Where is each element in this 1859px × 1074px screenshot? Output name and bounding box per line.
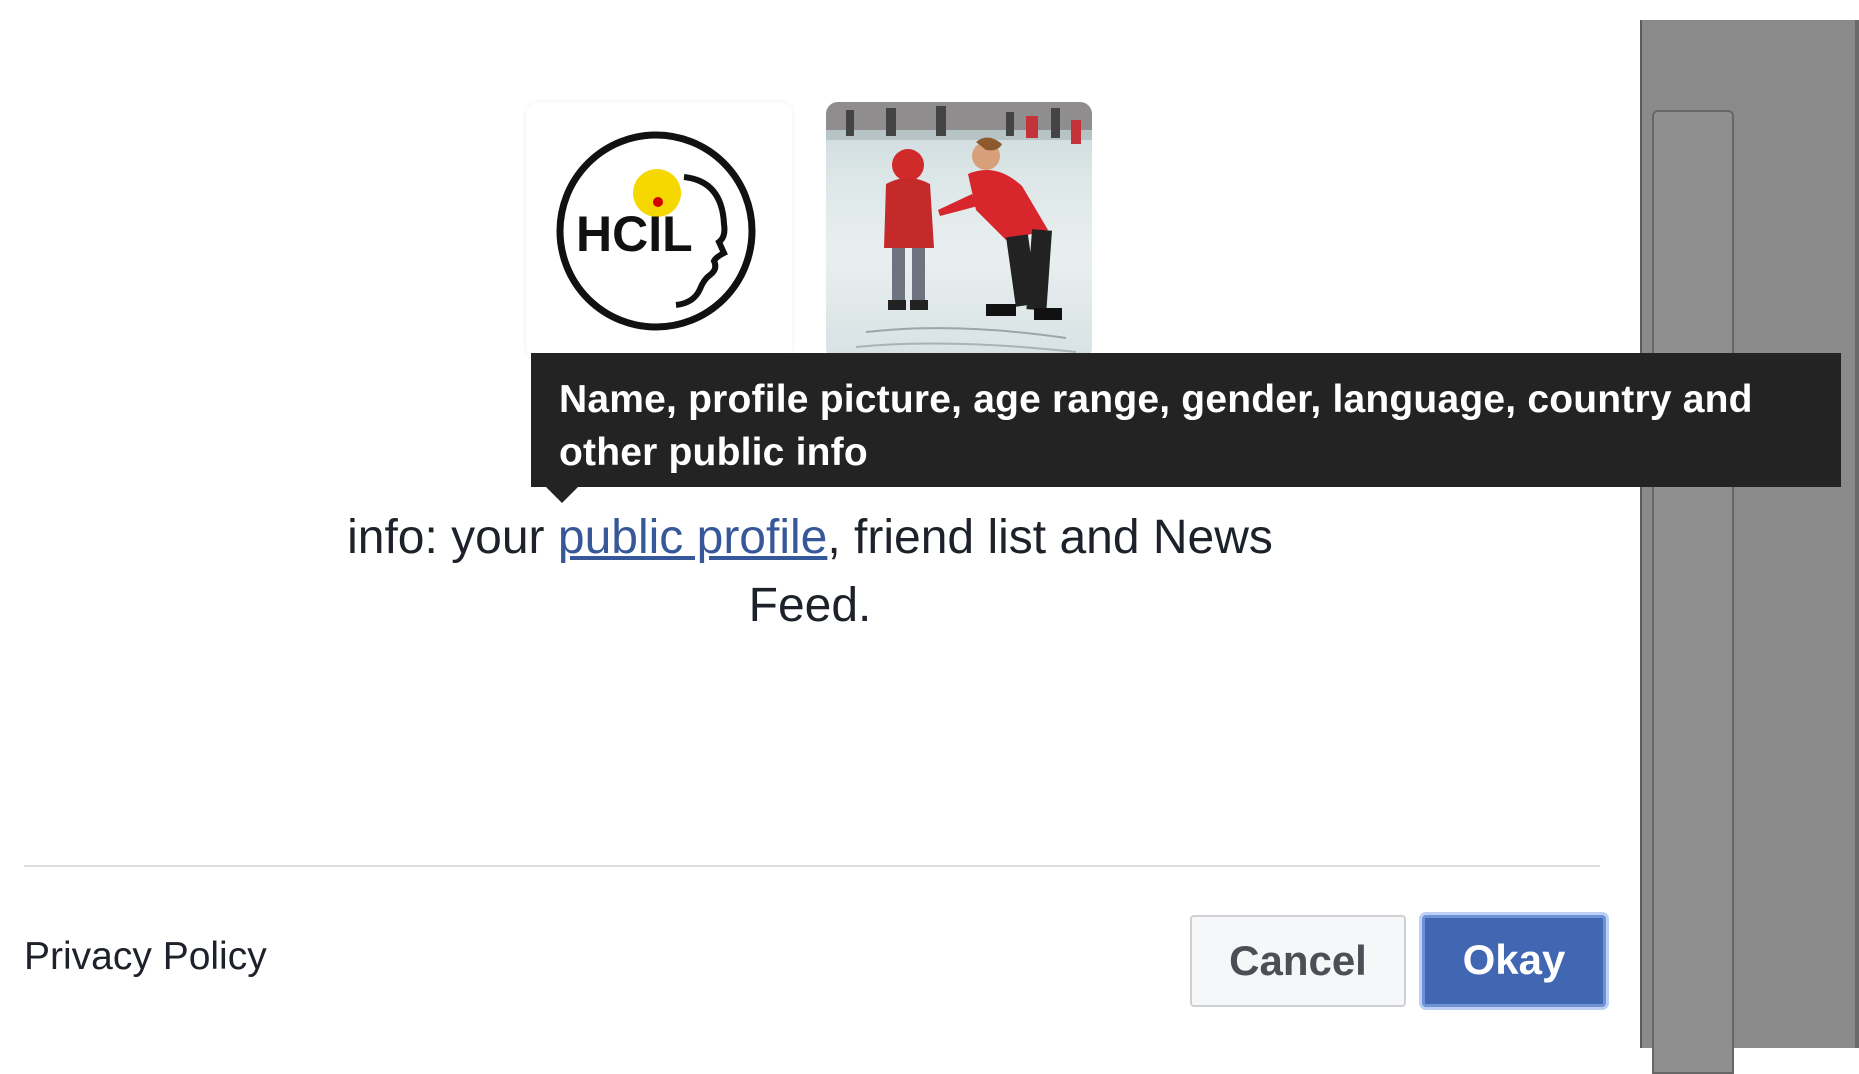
child-figure [884,149,934,310]
adult-figure [938,137,1062,320]
description-line3: Feed. [748,579,872,632]
okay-button[interactable]: Okay [1422,915,1606,1007]
background-edge [1855,20,1859,1048]
permission-dialog: HCIL Name, profile picture, age range, g… [0,0,1841,1048]
description-line2-suffix: , friend list and News [827,511,1273,564]
user-photo [826,102,1092,360]
public-profile-link[interactable]: public profile [558,511,827,564]
tooltip-text: Name, profile picture, age range, gender… [559,378,1753,474]
background-page-overlay [1640,20,1859,1074]
footer-divider [24,865,1600,867]
public-profile-tooltip: Name, profile picture, age range, gender… [531,353,1841,487]
privacy-policy-link[interactable]: Privacy Policy [24,935,267,979]
background-card [1652,110,1734,1074]
app-logo-tile: HCIL [526,102,792,360]
cancel-button[interactable]: Cancel [1190,915,1406,1007]
hcil-logo-icon: HCIL [556,131,756,331]
description-line2-prefix: info: your [347,511,558,564]
tooltip-arrow [546,487,578,503]
logo-text: HCIL [576,206,693,262]
